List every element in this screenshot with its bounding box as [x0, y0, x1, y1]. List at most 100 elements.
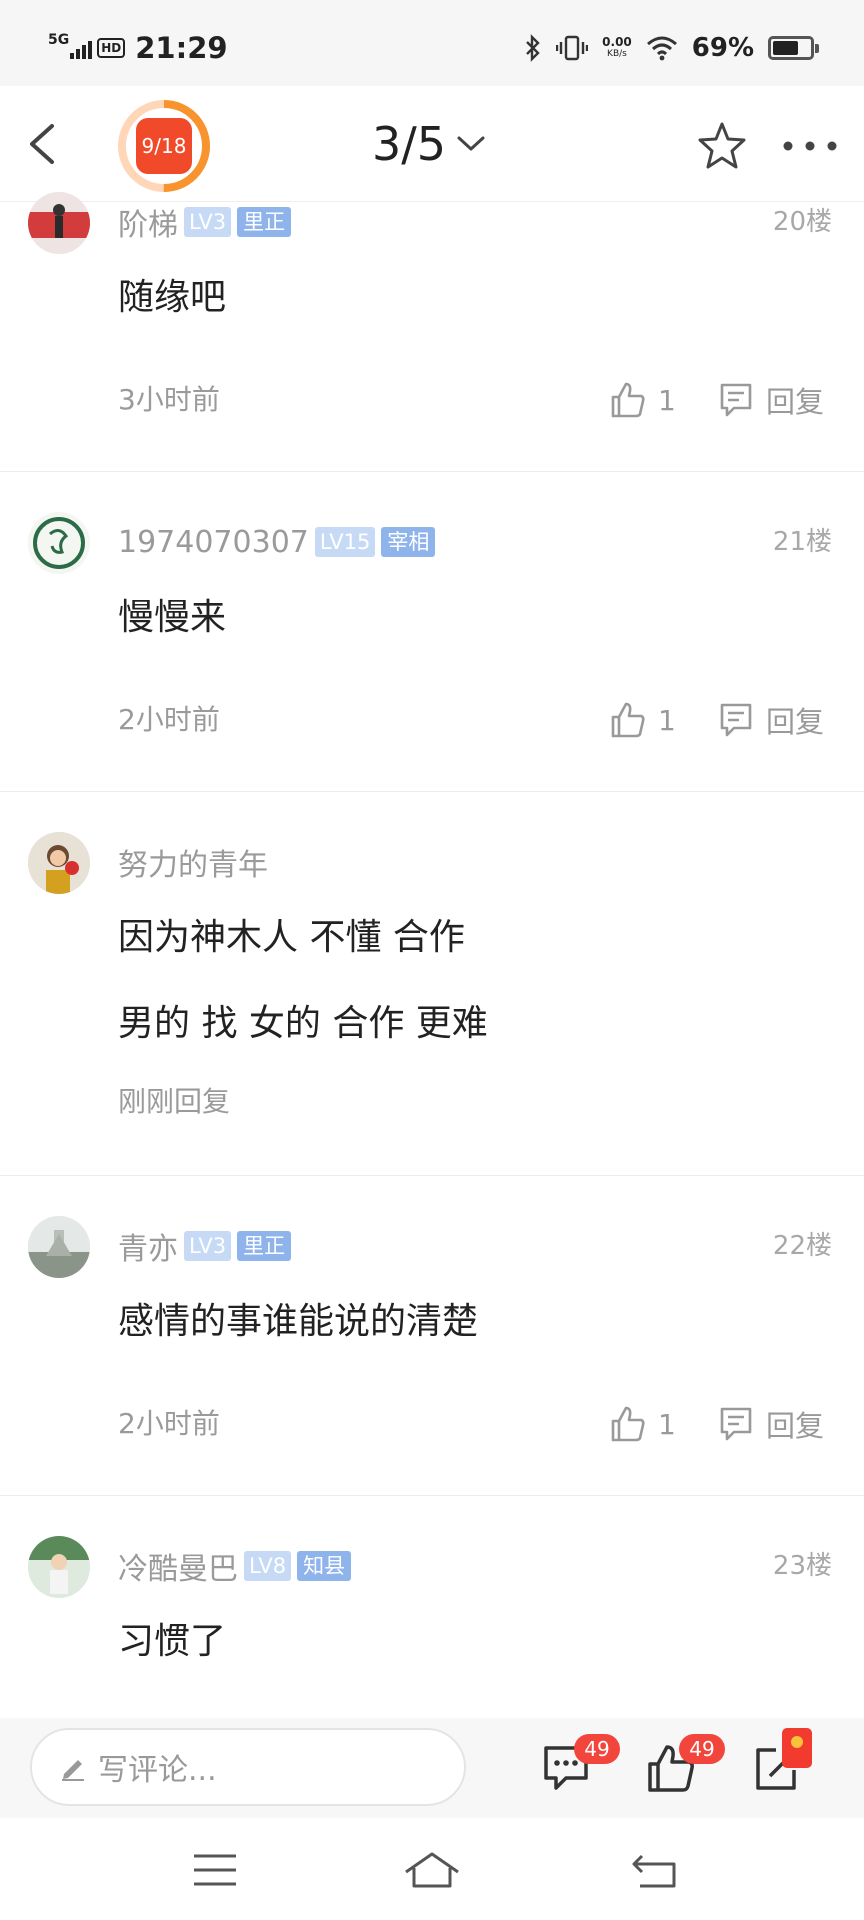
comment-text[interactable]: 因为神木人 不懂 合作 [118, 916, 465, 960]
comment-time: 2小时前 [118, 703, 220, 736]
thumbs-up-icon [611, 1406, 645, 1442]
user-line: 努力的青年 [118, 840, 268, 884]
level-badge: LV3 [184, 1231, 232, 1261]
reply-icon [720, 703, 752, 737]
reply-button[interactable]: 回复 [718, 698, 824, 742]
comment-item: 1974070307 LV15 宰相 21楼 慢慢来 2小时前 1 回复 [0, 472, 864, 792]
floor-number: 22楼 [772, 1231, 832, 1261]
comment-text[interactable]: 感情的事谁能说的清楚 [118, 1300, 478, 1344]
comment-time: 2小时前 [118, 1407, 220, 1440]
clock: 21:29 [135, 31, 228, 65]
network-type: 5G [48, 32, 70, 48]
speed-value: 0.00 [602, 35, 632, 49]
menu-button[interactable] [186, 1848, 246, 1892]
star-icon [698, 122, 746, 169]
red-packet-icon[interactable] [782, 1728, 812, 1768]
reply-icon [720, 383, 752, 417]
comment-time: 3小时前 [118, 383, 220, 416]
username[interactable]: 青亦 [118, 1224, 178, 1268]
username[interactable]: 努力的青年 [118, 840, 268, 884]
avatar-image [28, 1216, 90, 1278]
avatar-image [28, 512, 90, 574]
avatar-image [28, 192, 90, 254]
title-badge: 里正 [237, 207, 292, 237]
back-arrow-icon [30, 124, 54, 164]
comment-input[interactable]: 写评论... [30, 1728, 466, 1806]
battery-icon [768, 36, 819, 60]
speed-unit: KB/s [607, 49, 627, 59]
thumbs-up-icon [611, 702, 645, 738]
comment-text[interactable]: 随缘吧 [118, 276, 226, 320]
share-button[interactable] [750, 1728, 812, 1794]
page-indicator-text: 3/5 [372, 117, 447, 171]
like-post-button[interactable]: 49 [645, 1734, 725, 1794]
avatar[interactable] [28, 1216, 90, 1278]
comments-count-badge: 49 [574, 1734, 620, 1764]
reading-progress[interactable]: 9/18 [116, 98, 212, 194]
battery-fill [773, 41, 798, 55]
comment-bar: 写评论... 49 49 [0, 1718, 864, 1818]
pencil-icon [62, 1760, 84, 1781]
hd-badge: HD [97, 38, 126, 58]
menu-icon [194, 1854, 236, 1886]
system-nav-bar [0, 1818, 864, 1920]
like-count: 1 [658, 1407, 676, 1441]
like-button[interactable]: 1 [610, 378, 676, 422]
username[interactable]: 1974070307 [118, 525, 309, 560]
reply-label: 回复 [766, 705, 825, 739]
avatar-image [28, 832, 90, 894]
user-line: 冷酷曼巴 LV8 知县 [118, 1544, 352, 1588]
signal-icon [70, 37, 93, 59]
title-badge: 宰相 [381, 527, 436, 557]
username[interactable]: 冷酷曼巴 [118, 1544, 238, 1588]
comments-button[interactable]: 49 [540, 1734, 620, 1794]
reply-icon [720, 1407, 752, 1441]
reply-label: 回复 [766, 1409, 825, 1443]
level-badge: LV8 [244, 1551, 292, 1581]
wifi-icon [646, 36, 677, 61]
comment-item: 阶梯 LV3 里正 20楼 随缘吧 3小时前 1 回复 [0, 192, 864, 472]
more-button[interactable] [780, 136, 840, 156]
comment-item: 青亦 LV3 里正 22楼 感情的事谁能说的清楚 2小时前 1 回复 [0, 1176, 864, 1496]
favorite-button[interactable] [696, 120, 748, 172]
floor-number: 21楼 [772, 527, 832, 557]
status-right: 0.00 KB/s 69% [524, 28, 754, 68]
like-count: 1 [658, 703, 676, 737]
floor-number: 23楼 [772, 1551, 832, 1581]
title-badge: 知县 [297, 1551, 352, 1581]
floor-number: 20楼 [772, 207, 832, 237]
comment-text[interactable]: 习惯了 [118, 1620, 226, 1664]
thumbs-up-icon [611, 382, 645, 418]
network-speed: 0.00 KB/s [602, 36, 632, 60]
more-icon [783, 141, 837, 151]
home-button[interactable] [402, 1848, 462, 1892]
comment-time: 刚刚回复 [118, 1085, 231, 1118]
bluetooth-icon [526, 34, 540, 62]
avatar[interactable] [28, 1536, 90, 1598]
comment-text[interactable]: 慢慢来 [118, 596, 226, 640]
vibrate-icon [556, 35, 589, 61]
comment-item: 冷酷曼巴 LV8 知县 23楼 习惯了 [0, 1496, 864, 1718]
reply-button[interactable]: 回复 [718, 1402, 824, 1446]
avatar[interactable] [28, 832, 90, 894]
like-button[interactable]: 1 [610, 1402, 676, 1446]
status-left: 5G HD 21:29 [48, 28, 228, 68]
reply-button[interactable]: 回复 [718, 378, 824, 422]
like-count: 1 [658, 383, 676, 417]
user-line: 1974070307 LV15 宰相 [118, 522, 436, 562]
comment-text-line2[interactable]: 男的 找 女的 合作 更难 [118, 1002, 488, 1046]
home-icon [405, 1852, 459, 1888]
like-button[interactable]: 1 [610, 698, 676, 742]
reply-label: 回复 [766, 385, 825, 419]
return-button[interactable] [626, 1848, 686, 1892]
username[interactable]: 阶梯 [118, 200, 178, 244]
avatar[interactable] [28, 512, 90, 574]
return-icon [632, 1854, 676, 1888]
page-selector[interactable]: 3/5 [372, 116, 486, 172]
avatar-image [28, 1536, 90, 1598]
user-line: 阶梯 LV3 里正 [118, 200, 292, 244]
comment-item: 努力的青年 因为神木人 不懂 合作 男的 找 女的 合作 更难 刚刚回复 [0, 792, 864, 1176]
back-button[interactable] [24, 116, 74, 172]
avatar[interactable] [28, 192, 90, 254]
comment-placeholder: 写评论... [98, 1753, 217, 1788]
